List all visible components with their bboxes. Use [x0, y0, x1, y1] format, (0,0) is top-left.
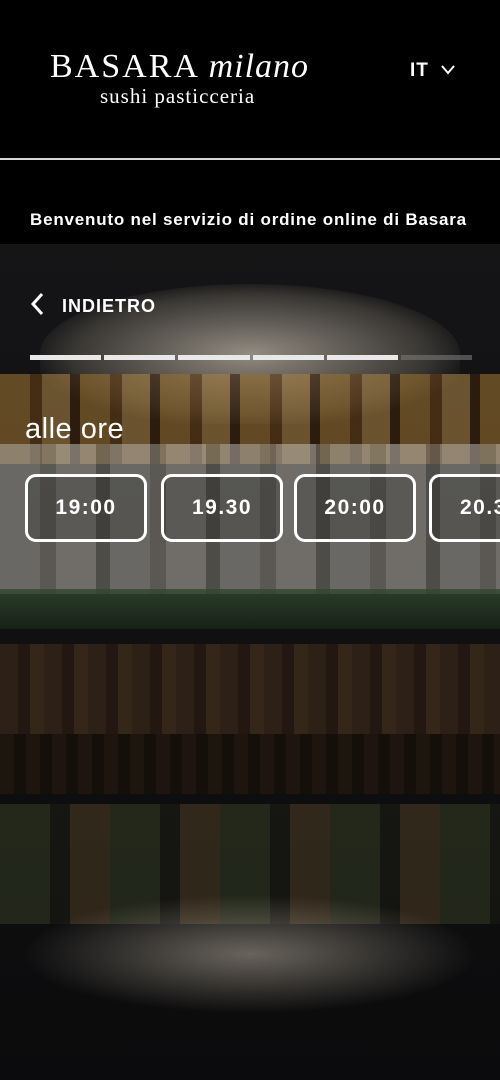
progress-step-4 [252, 355, 324, 360]
back-label: INDIETRO [62, 296, 157, 316]
welcome-message: Benvenuto nel servizio di ordine online … [30, 210, 467, 229]
progress-step-3 [178, 355, 250, 360]
chevron-left-icon [30, 292, 44, 321]
site-header: BASARA milano sushi pasticceria IT [0, 0, 500, 160]
time-slot-button[interactable]: 20.30 [429, 474, 500, 542]
brand-tagline: sushi pasticceria [100, 84, 256, 108]
step-progress-bar [30, 355, 473, 360]
brand-name: BASARA [50, 48, 199, 85]
progress-step-1 [30, 355, 102, 360]
brand-city: milano [208, 48, 310, 85]
time-slot-button[interactable]: 20:00 [294, 474, 416, 542]
brand-logo[interactable]: BASARA milano sushi pasticceria [50, 48, 309, 109]
progress-step-2 [104, 355, 176, 360]
language-selector[interactable]: IT [410, 60, 455, 82]
time-slot-button[interactable]: 19:00 [25, 474, 147, 542]
time-slot-button[interactable]: 19.30 [161, 474, 283, 542]
progress-step-5 [326, 355, 398, 360]
chevron-down-icon [441, 62, 455, 80]
back-button[interactable]: INDIETRO [30, 292, 156, 321]
time-label: alle ore [25, 413, 125, 445]
hero-background-image [0, 244, 500, 1080]
progress-step-6 [400, 355, 473, 360]
time-slot-carousel[interactable]: 19:00 19.30 20:00 20.30 [25, 474, 500, 542]
language-label: IT [410, 60, 429, 81]
